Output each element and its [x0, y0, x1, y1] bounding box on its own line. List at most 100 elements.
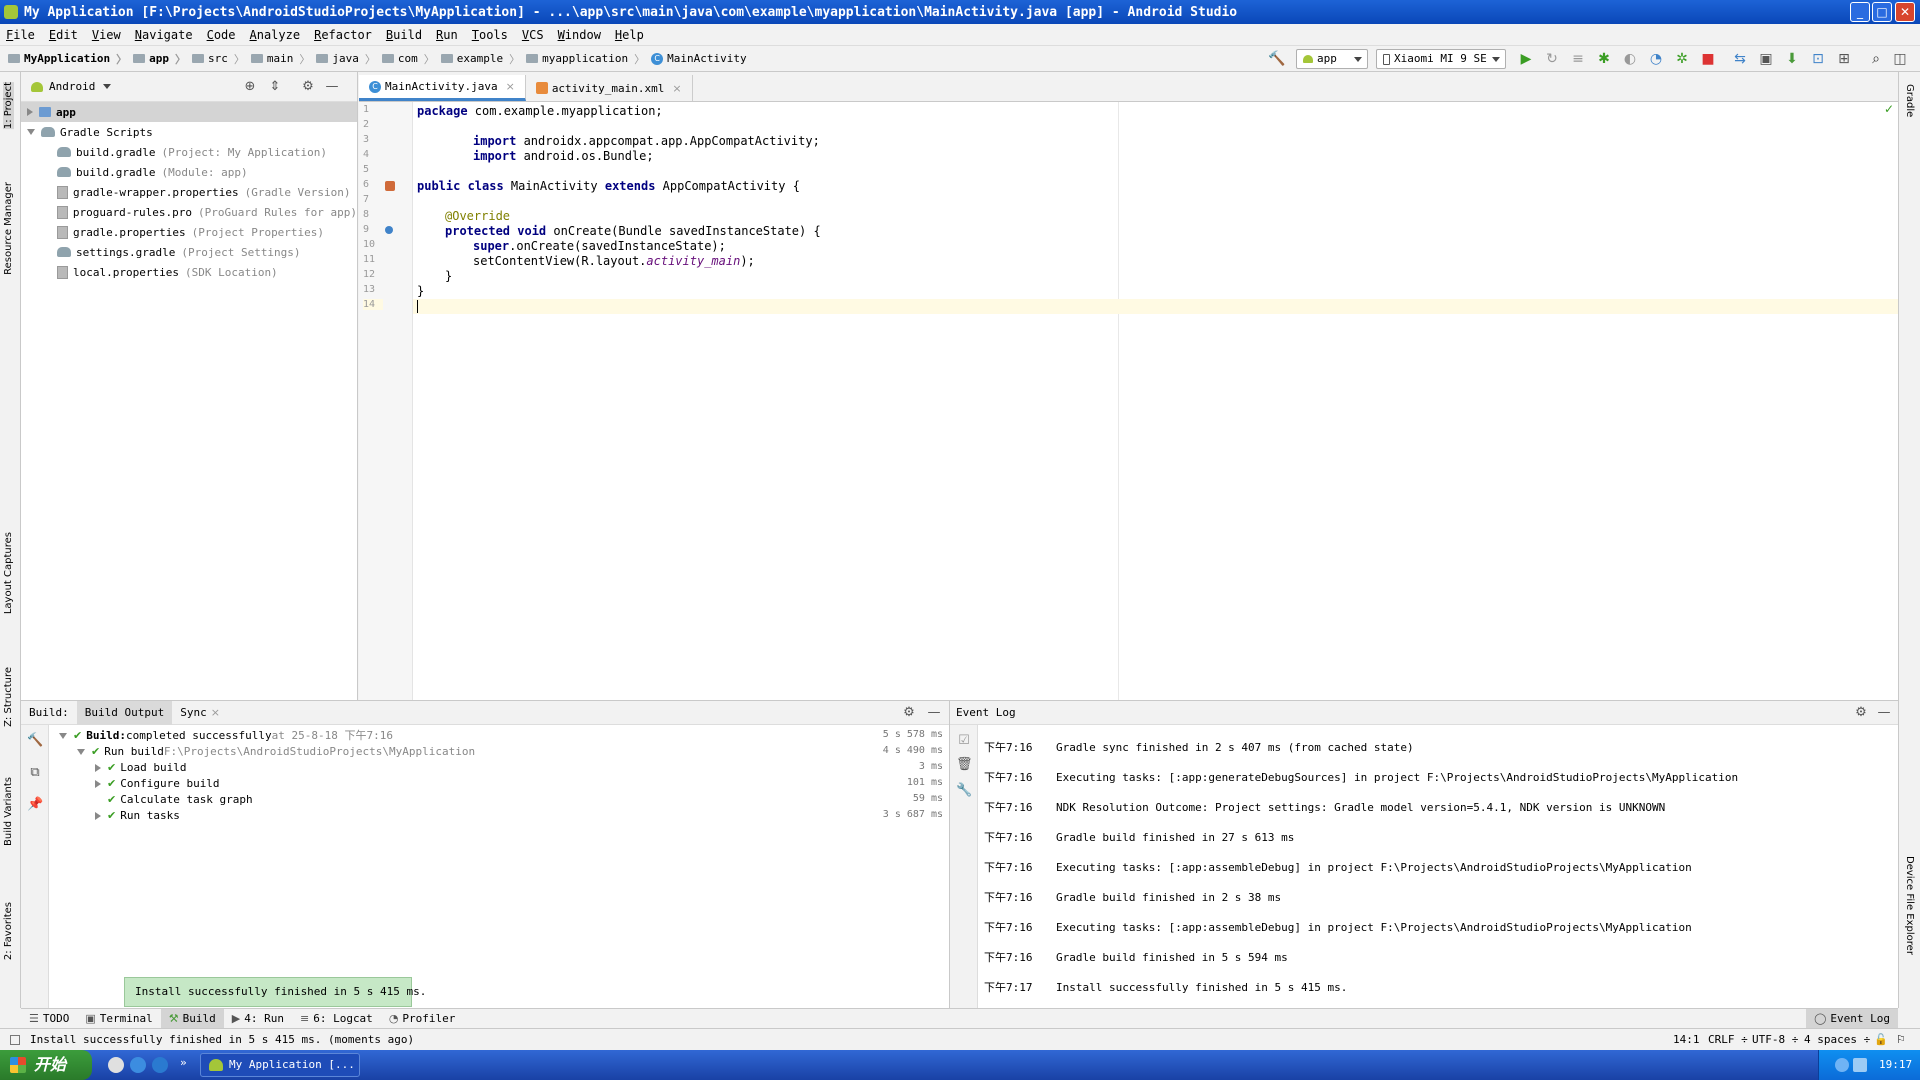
tree-item-proguard[interactable]: proguard-rules.pro (ProGuard Rules for a…: [21, 202, 357, 222]
breadcrumb-project[interactable]: MyApplication 〉: [8, 51, 127, 67]
close-icon[interactable]: ×: [672, 82, 681, 95]
line-separator[interactable]: CRLF ÷: [1708, 1033, 1748, 1046]
tab-todo[interactable]: ☰ TODO: [21, 1009, 77, 1029]
tab-build[interactable]: ⚒ Build: [160, 1008, 224, 1029]
settings-sync-icon[interactable]: ◫: [1892, 51, 1908, 67]
menu-file[interactable]: File: [6, 28, 35, 42]
sync-gradle-icon[interactable]: ⇆: [1732, 51, 1748, 67]
menu-run[interactable]: Run: [436, 28, 458, 42]
make-project-icon[interactable]: 🔨: [1268, 51, 1285, 67]
breadcrumb-src[interactable]: src 〉: [191, 51, 245, 67]
tab-resource-manager[interactable]: Resource Manager: [3, 182, 14, 275]
ie-icon[interactable]: [130, 1057, 146, 1073]
project-structure-icon[interactable]: ⊞: [1836, 51, 1852, 67]
close-icon[interactable]: ×: [506, 80, 515, 93]
close-icon[interactable]: ×: [211, 706, 220, 719]
tab-gradle[interactable]: Gradle: [1904, 84, 1915, 117]
stop-icon[interactable]: ■: [1700, 51, 1716, 67]
code-editor[interactable]: package com.example.myapplication; impor…: [413, 102, 1898, 700]
menu-build[interactable]: Build: [386, 28, 422, 42]
breadcrumb-app[interactable]: app 〉: [133, 51, 186, 67]
volume-icon[interactable]: [1853, 1058, 1867, 1072]
pin-icon[interactable]: 📌: [27, 797, 43, 813]
collapse-icon[interactable]: [77, 749, 85, 755]
close-button[interactable]: ✕: [1895, 2, 1915, 22]
gear-icon[interactable]: ⚙: [1853, 705, 1869, 721]
hide-panel-icon[interactable]: —: [926, 705, 942, 721]
indent-setting[interactable]: 4 spaces ÷: [1804, 1033, 1870, 1046]
menu-help[interactable]: Help: [615, 28, 644, 42]
tree-item-local-properties[interactable]: local.properties (SDK Location): [21, 262, 357, 282]
tree-item-build-gradle-project[interactable]: build.gradle (Project: My Application): [21, 142, 357, 162]
tab-run[interactable]: ▶ 4: Run: [224, 1009, 292, 1029]
run-config-select[interactable]: app: [1296, 49, 1368, 69]
chevron-down-icon[interactable]: [103, 84, 112, 89]
apply-code-changes-icon[interactable]: ≡: [1570, 51, 1586, 67]
breadcrumb-com[interactable]: com 〉: [381, 51, 435, 67]
breadcrumb-main[interactable]: main 〉: [250, 51, 310, 67]
tree-item-gradle-scripts[interactable]: Gradle Scripts: [21, 122, 357, 142]
tab-favorites[interactable]: 2: Favorites: [3, 902, 14, 960]
tab-build-variants[interactable]: Build Variants: [3, 777, 14, 846]
breadcrumb-example[interactable]: example 〉: [440, 51, 520, 67]
profile-icon[interactable]: ◔: [1648, 51, 1664, 67]
breadcrumb-mainactivity[interactable]: C MainActivity: [651, 52, 747, 65]
build-tree-row[interactable]: ✔ Run tasks: [89, 808, 180, 824]
build-tree-row[interactable]: ✔ Configure build: [89, 776, 220, 792]
tab-mainactivity[interactable]: C MainActivity.java ×: [359, 75, 526, 101]
start-button[interactable]: 开始: [0, 1050, 92, 1080]
tree-item-build-gradle-module[interactable]: build.gradle (Module: app): [21, 162, 357, 182]
menu-tools[interactable]: Tools: [472, 28, 508, 42]
hide-panel-icon[interactable]: —: [324, 79, 340, 95]
tree-item-app[interactable]: app: [21, 102, 357, 122]
mark-all-read-icon[interactable]: ☑: [956, 733, 972, 749]
network-icon[interactable]: [1835, 1058, 1849, 1072]
collapse-icon[interactable]: [59, 733, 67, 739]
notification-balloon[interactable]: Install successfully finished in 5 s 415…: [124, 977, 426, 1007]
device-select[interactable]: Xiaomi MI 9 SE: [1376, 49, 1506, 69]
menu-analyze[interactable]: Analyze: [250, 28, 301, 42]
trash-icon[interactable]: 🗑: [956, 757, 973, 773]
toggle-view-icon[interactable]: ⧉: [27, 765, 43, 781]
sdk-manager-icon[interactable]: ⬇: [1784, 51, 1800, 67]
run-icon[interactable]: ▶: [1518, 51, 1534, 67]
lock-icon[interactable]: 🔓: [1874, 1033, 1888, 1046]
menu-view[interactable]: View: [92, 28, 121, 42]
build-tree-row[interactable]: ✔ Load build: [89, 760, 186, 776]
breadcrumb-java[interactable]: java 〉: [316, 51, 376, 67]
caret-position[interactable]: 14:1: [1673, 1033, 1700, 1046]
hammer-icon[interactable]: 🔨: [27, 733, 43, 749]
menu-window[interactable]: Window: [558, 28, 601, 42]
attach-debugger-icon[interactable]: ✲: [1674, 51, 1690, 67]
clock[interactable]: 19:17: [1879, 1058, 1912, 1071]
tab-build-output[interactable]: Build Output: [76, 700, 173, 725]
tab-project[interactable]: 1: Project: [3, 82, 14, 130]
tab-layout-captures[interactable]: Layout Captures: [3, 532, 14, 614]
wrench-icon[interactable]: 🔧: [956, 783, 972, 799]
avd-manager-icon[interactable]: ▣: [1758, 51, 1774, 67]
tab-terminal[interactable]: ▣ Terminal: [77, 1009, 160, 1029]
tab-activity-main[interactable]: activity_main.xml ×: [526, 75, 693, 101]
menu-vcs[interactable]: VCS: [522, 28, 544, 42]
search-icon[interactable]: ⌕: [1868, 51, 1884, 67]
tab-sync[interactable]: Sync ×: [172, 701, 228, 725]
expand-icon[interactable]: [27, 108, 33, 116]
tree-item-gradle-wrapper[interactable]: gradle-wrapper.properties (Gradle Versio…: [21, 182, 357, 202]
coverage-icon[interactable]: ◐: [1622, 51, 1638, 67]
toggle-tool-windows-icon[interactable]: [10, 1035, 20, 1045]
menu-edit[interactable]: Edit: [49, 28, 78, 42]
tree-item-settings-gradle[interactable]: settings.gradle (Project Settings): [21, 242, 357, 262]
expand-icon[interactable]: [95, 764, 101, 772]
tab-device-file-explorer[interactable]: Device File Explorer: [1904, 856, 1915, 955]
more-icon[interactable]: »: [180, 1056, 187, 1069]
browser-icon[interactable]: [152, 1057, 168, 1073]
tab-logcat[interactable]: ≡ 6: Logcat: [292, 1009, 381, 1029]
hide-panel-icon[interactable]: —: [1876, 705, 1892, 721]
menu-navigate[interactable]: Navigate: [135, 28, 193, 42]
locate-icon[interactable]: ⊕: [242, 79, 258, 95]
project-view-selector[interactable]: Android: [49, 80, 95, 93]
expand-icon[interactable]: [95, 812, 101, 820]
tree-item-gradle-properties[interactable]: gradle.properties (Project Properties): [21, 222, 357, 242]
quick-launch-icon[interactable]: [108, 1057, 124, 1073]
tab-event-log[interactable]: ◯ Event Log: [1806, 1008, 1898, 1029]
